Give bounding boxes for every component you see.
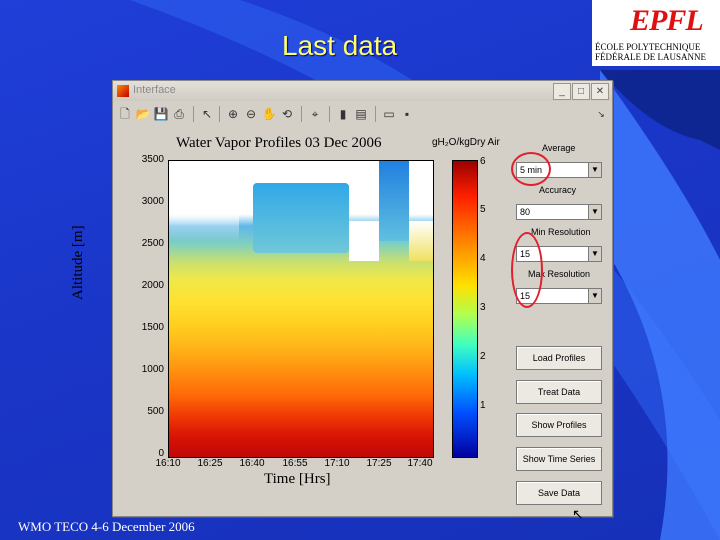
zoom-in-icon[interactable]: ⊕ — [225, 106, 241, 122]
toolbar-separator — [219, 106, 220, 122]
window-title: Interface — [133, 84, 176, 96]
cloud-patch — [253, 183, 349, 253]
cloud-patch — [409, 221, 433, 261]
cloud-patch — [349, 221, 379, 261]
zoom-out-icon[interactable]: ⊖ — [243, 106, 259, 122]
toolbar-separator — [193, 106, 194, 122]
datacursor-icon[interactable]: ⌖ — [307, 106, 323, 122]
accuracy-label: Accuracy — [539, 185, 577, 195]
pan-icon[interactable]: ✋ — [261, 106, 277, 122]
x-tick-label: 17:10 — [324, 458, 350, 469]
colorbar-tick-label: 2 — [480, 351, 486, 362]
accuracy-value: 80 — [520, 207, 531, 217]
open-icon[interactable]: 📂 — [135, 106, 151, 122]
grid-icon[interactable]: ▪ — [399, 106, 415, 122]
slide-footer: WMO TECO 4-6 December 2006 — [18, 519, 195, 534]
hide-icon[interactable]: ▭ — [381, 106, 397, 122]
print-icon[interactable]: ⎙ — [171, 106, 187, 122]
logo-line-2: FÉDÉRALE DE LAUSANNE — [595, 52, 706, 62]
colorbar-icon[interactable]: ▮ — [335, 106, 351, 122]
chevron-down-icon: ▼ — [588, 247, 601, 261]
colorbar — [452, 160, 478, 458]
average-label: Average — [542, 143, 576, 153]
colorbar-tick-label: 3 — [480, 302, 486, 313]
pointer-icon[interactable]: ↖ — [199, 106, 215, 122]
x-tick-label: 17:25 — [366, 458, 392, 469]
treat-data-button[interactable]: Treat Data — [516, 380, 602, 404]
colorbar-tick-label: 6 — [480, 156, 486, 167]
chevron-down-icon: ▼ — [588, 205, 601, 219]
window-titlebar: Interface _ □ ✕ — [113, 81, 612, 101]
toolbar-separator — [329, 106, 330, 122]
app-icon — [117, 85, 129, 97]
toolbar: 🗋 📂 💾 ⎙ ↖ ⊕ ⊖ ✋ ⟲ ⌖ ▮ ▤ ▭ ▪ ↘ — [113, 103, 612, 125]
close-button[interactable]: ✕ — [591, 83, 609, 100]
heatmap-plot — [168, 160, 434, 458]
y-tick-label: 3000 — [141, 196, 164, 207]
plot-title: Water Vapor Profiles 03 Dec 2006 — [176, 135, 382, 151]
y-tick-label: 1000 — [141, 364, 164, 375]
load-profiles-button[interactable]: Load Profiles — [516, 346, 602, 370]
y-tick-label: 1500 — [141, 322, 164, 333]
y-tick-label: 500 — [147, 406, 164, 417]
highlight-ring — [511, 232, 543, 308]
colorbar-tick-label: 1 — [480, 400, 486, 411]
mouse-cursor-icon: ↖ — [572, 506, 584, 522]
dock-arrow-icon[interactable]: ↘ — [593, 106, 609, 122]
colorbar-label: gH₂O/kgDry Air — [432, 137, 500, 148]
colorbar-tick-label: 4 — [480, 253, 486, 264]
show-profiles-button[interactable]: Show Profiles — [516, 413, 602, 437]
y-tick-label: 3500 — [141, 154, 164, 165]
new-icon[interactable]: 🗋 — [117, 106, 133, 122]
x-tick-label: 16:40 — [239, 458, 265, 469]
min-resolution-label: Min Resolution — [531, 227, 591, 237]
x-tick-label: 16:10 — [155, 458, 181, 469]
legend-icon[interactable]: ▤ — [353, 106, 369, 122]
toolbar-separator — [301, 106, 302, 122]
epfl-logo: EPFL ÉCOLE POLYTECHNIQUE FÉDÉRALE DE LAU… — [592, 0, 720, 66]
y-tick-label: 2000 — [141, 280, 164, 291]
accuracy-select[interactable]: 80 ▼ — [516, 204, 602, 220]
colorbar-tick-label: 5 — [480, 204, 486, 215]
chevron-down-icon: ▼ — [588, 163, 601, 177]
rotate-icon[interactable]: ⟲ — [279, 106, 295, 122]
logo-mark: EPFL — [630, 4, 704, 37]
y-axis-label: Altitude [m] — [70, 225, 86, 300]
y-tick-label: 2500 — [141, 238, 164, 249]
save-data-button[interactable]: Save Data — [516, 481, 602, 505]
chevron-down-icon: ▼ — [588, 289, 601, 303]
highlight-ring — [511, 152, 551, 186]
x-tick-label: 16:25 — [197, 458, 223, 469]
toolbar-separator — [375, 106, 376, 122]
maximize-button[interactable]: □ — [572, 83, 590, 100]
show-time-series-button[interactable]: Show Time Series — [516, 447, 602, 471]
cloud-patch — [379, 161, 409, 241]
save-icon[interactable]: 💾 — [153, 106, 169, 122]
slide-title: Last data — [282, 30, 398, 61]
x-axis-label: Time [Hrs] — [264, 471, 331, 487]
cloud-patch — [169, 201, 239, 241]
logo-line-1: ÉCOLE POLYTECHNIQUE — [595, 42, 701, 52]
x-tick-label: 17:40 — [407, 458, 433, 469]
x-tick-label: 16:55 — [282, 458, 308, 469]
minimize-button[interactable]: _ — [553, 83, 571, 100]
